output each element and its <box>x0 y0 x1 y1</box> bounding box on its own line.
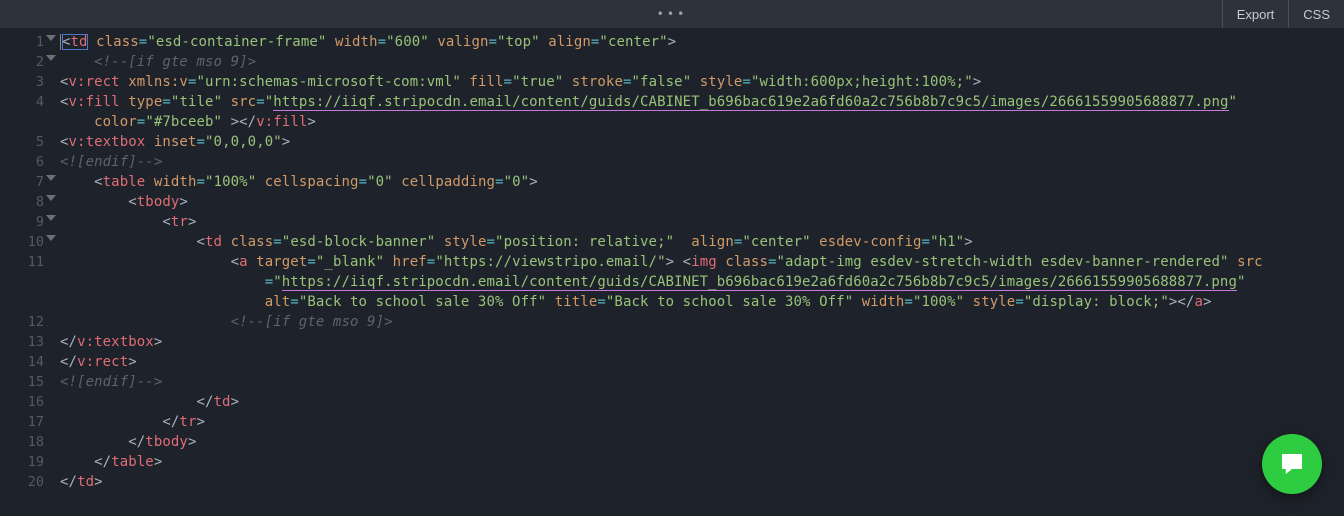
line-number: 8 <box>0 192 54 212</box>
code-line[interactable]: <v:fill type="tile" src="https://iiqf.st… <box>60 92 1344 112</box>
line-number: 15 <box>0 372 54 392</box>
line-number: 1 <box>0 32 54 52</box>
line-number: 9 <box>0 212 54 232</box>
fold-handle-icon[interactable] <box>46 175 56 181</box>
code-line[interactable]: <tr> <box>60 212 1344 232</box>
line-number: 13 <box>0 332 54 352</box>
code-line[interactable]: </tbody> <box>60 432 1344 452</box>
code-line[interactable]: <td class="esd-container-frame" width="6… <box>60 32 1344 52</box>
fold-handle-icon[interactable] <box>46 235 56 241</box>
code-editor[interactable]: 1234567891011121314151617181920 <td clas… <box>0 28 1344 516</box>
code-line[interactable]: <table width="100%" cellspacing="0" cell… <box>60 172 1344 192</box>
code-line[interactable]: <tbody> <box>60 192 1344 212</box>
line-number: 5 <box>0 132 54 152</box>
line-number: 17 <box>0 412 54 432</box>
code-line[interactable]: <a target="_blank" href="https://viewstr… <box>60 252 1344 272</box>
code-line[interactable]: <v:textbox inset="0,0,0,0"> <box>60 132 1344 152</box>
line-number: 3 <box>0 72 54 92</box>
code-line[interactable]: alt="Back to school sale 30% Off" title=… <box>60 292 1344 312</box>
code-line[interactable]: <![endif]--> <box>60 152 1344 172</box>
fold-handle-icon[interactable] <box>46 55 56 61</box>
fold-handle-icon[interactable] <box>46 35 56 41</box>
line-number-gutter: 1234567891011121314151617181920 <box>0 28 54 516</box>
css-button[interactable]: CSS <box>1288 0 1344 28</box>
line-number: 18 <box>0 432 54 452</box>
code-line[interactable]: </tr> <box>60 412 1344 432</box>
code-line[interactable]: ="https://iiqf.stripocdn.email/content/g… <box>60 272 1344 292</box>
export-button[interactable]: Export <box>1222 0 1289 28</box>
drag-handle-icon[interactable]: ••• <box>657 7 688 21</box>
code-line[interactable]: <td class="esd-block-banner" style="posi… <box>60 232 1344 252</box>
code-line[interactable]: </td> <box>60 392 1344 412</box>
code-line[interactable]: </table> <box>60 452 1344 472</box>
line-number: 6 <box>0 152 54 172</box>
line-number: 2 <box>0 52 54 72</box>
line-number: 4 <box>0 92 54 112</box>
line-number: 16 <box>0 392 54 412</box>
line-number: 19 <box>0 452 54 472</box>
code-line[interactable]: <v:rect xmlns:v="urn:schemas-microsoft-c… <box>60 72 1344 92</box>
chat-fab[interactable] <box>1262 434 1322 494</box>
code-line[interactable]: <!--[if gte mso 9]> <box>60 312 1344 332</box>
code-line[interactable]: <![endif]--> <box>60 372 1344 392</box>
fold-handle-icon[interactable] <box>46 195 56 201</box>
code-line[interactable]: <!--[if gte mso 9]> <box>60 52 1344 72</box>
code-line[interactable]: color="#7bceeb" ></v:fill> <box>60 112 1344 132</box>
code-area[interactable]: <td class="esd-container-frame" width="6… <box>54 28 1344 516</box>
line-number: 20 <box>0 472 54 492</box>
fold-handle-icon[interactable] <box>46 215 56 221</box>
line-number: 7 <box>0 172 54 192</box>
chat-bubble-icon <box>1277 449 1307 479</box>
line-number: 12 <box>0 312 54 332</box>
code-line[interactable]: </td> <box>60 472 1344 492</box>
code-line[interactable]: </v:rect> <box>60 352 1344 372</box>
line-number: 14 <box>0 352 54 372</box>
editor-toolbar: ••• Export CSS <box>0 0 1344 28</box>
code-line[interactable]: </v:textbox> <box>60 332 1344 352</box>
line-number: 11 <box>0 252 54 272</box>
line-number: 10 <box>0 232 54 252</box>
